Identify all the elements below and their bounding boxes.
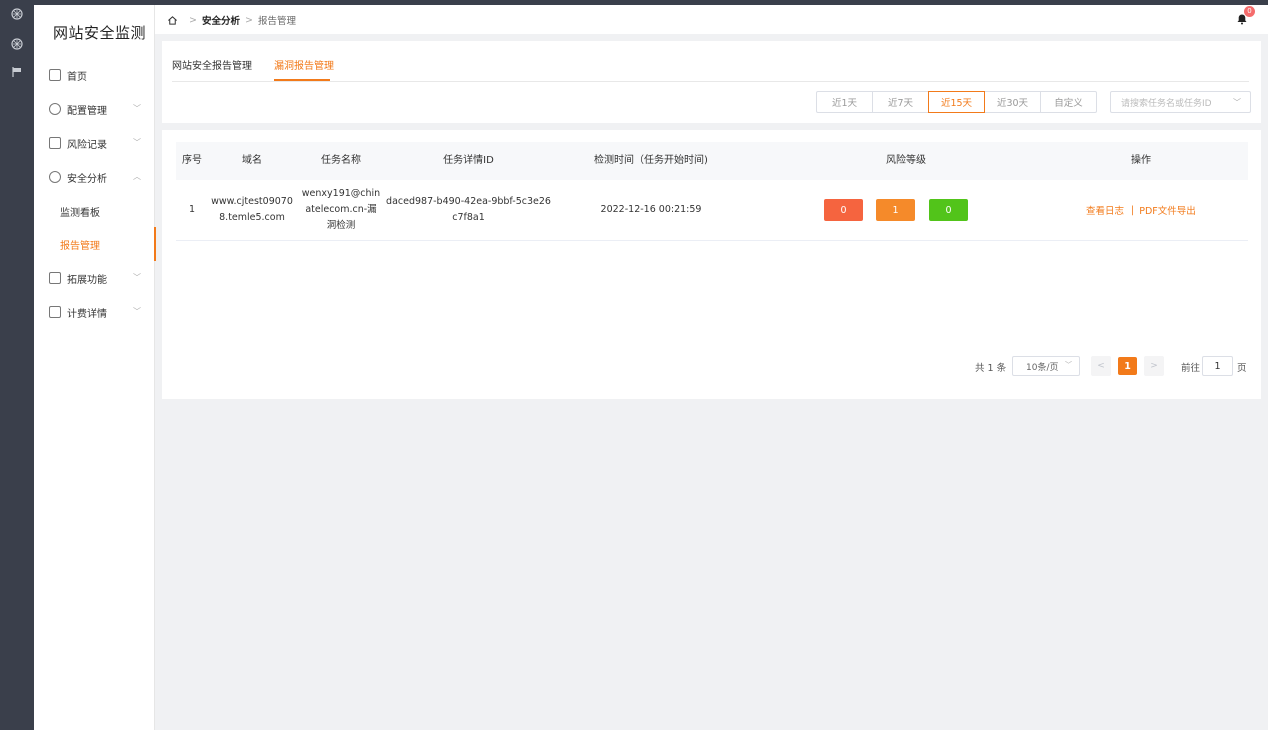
page-size-select[interactable]: 10条/页 ﹀: [1012, 356, 1080, 376]
sidebar-item-label: 风险记录: [67, 139, 107, 151]
monitor-icon: [49, 69, 61, 81]
goto-label: 前往: [1181, 363, 1201, 374]
sidebar-item-label: 拓展功能: [67, 274, 107, 286]
chevron-right-icon: >: [244, 14, 253, 26]
chevron-right-icon: >: [189, 14, 197, 26]
home-icon[interactable]: [167, 15, 178, 26]
app-title: 网站安全监测: [53, 24, 147, 42]
cell-task-id: daced987-b490-42ea-9bbf-5c3e26 c7f8a1: [386, 180, 551, 240]
billing-icon: [49, 306, 61, 318]
view-log-link[interactable]: 查看日志: [1086, 203, 1124, 217]
globe-icon: [49, 103, 61, 115]
cell-detect-time: 2022-12-16 00:21:59: [600, 204, 702, 215]
notification-badge: 0: [1244, 6, 1255, 17]
icon-rail: [0, 0, 34, 730]
cell-index: 1: [188, 204, 196, 215]
domain-line: 8.temle5.com: [219, 212, 285, 223]
column-header: 风险等级: [886, 155, 926, 166]
pagination: 共 1 条 10条/页 ﹀ < 1 > 前往 1 页: [162, 356, 1261, 376]
breadcrumb: > 安全分析 > 报告管理: [167, 13, 296, 27]
range-15-days-button[interactable]: 近15天: [928, 91, 985, 113]
range-1-day-button[interactable]: 近1天: [816, 91, 873, 113]
sidebar: 网站安全监测 首页 配置管理 ﹀ 风险记录 ﹀ 安全分析 ︿ 监测看板 报告管理…: [34, 5, 156, 730]
tabs-divider: [172, 81, 1249, 82]
sidebar-item-label: 计费详情: [67, 308, 107, 320]
next-page-button[interactable]: >: [1144, 356, 1164, 376]
export-pdf-link[interactable]: PDF文件导出: [1139, 203, 1196, 217]
sidebar-item-label: 安全分析: [67, 173, 107, 185]
tab-website-security-report[interactable]: 网站安全报告管理: [172, 57, 252, 72]
range-30-days-button[interactable]: 近30天: [984, 91, 1041, 113]
sidebar-item-security-analysis[interactable]: 安全分析 ︿: [34, 160, 155, 194]
sidebar-item-report-management[interactable]: 报告管理: [34, 227, 156, 261]
prev-page-button[interactable]: <: [1091, 356, 1111, 376]
column-header: 任务名称: [321, 155, 361, 166]
chevron-down-icon: ﹀: [133, 138, 141, 147]
risk-medium-badge[interactable]: 1: [876, 199, 915, 221]
active-tab-indicator: [274, 79, 330, 81]
cell-operations: 查看日志 | PDF文件导出: [1086, 180, 1196, 240]
flag-icon[interactable]: [10, 66, 24, 80]
tabs-card: 网站安全报告管理 漏洞报告管理 近1天 近7天 近15天 近30天 自定义 请搜…: [162, 41, 1261, 123]
task-id-line: c7f8a1: [452, 212, 485, 223]
tab-vulnerability-report[interactable]: 漏洞报告管理: [274, 57, 334, 72]
chevron-down-icon: ﹀: [133, 104, 141, 113]
dashboard-icon[interactable]: [10, 8, 24, 22]
domain-line: www.cjtest09070: [211, 196, 293, 207]
goto-page-input[interactable]: 1: [1202, 356, 1233, 376]
task-search-select[interactable]: 请搜索任务名或任务ID ﹀: [1110, 91, 1251, 113]
breadcrumb-parent[interactable]: 安全分析: [202, 13, 240, 27]
breadcrumb-current: 报告管理: [257, 16, 296, 27]
sidebar-item-home[interactable]: 首页: [34, 58, 155, 92]
cell-task-name: wenxy191@chin atelecom.cn-漏 洞检测: [296, 180, 386, 240]
task-line: 洞检测: [326, 220, 356, 231]
report-table-card: 序号 域名 任务名称 任务详情ID 检测时间（任务开始时间) 风险等级 操作 1…: [162, 130, 1261, 399]
sidebar-item-label: 配置管理: [67, 105, 107, 117]
column-header: 任务详情ID: [443, 155, 494, 166]
total-count: 共 1 条: [975, 363, 1007, 374]
table-header: 序号 域名 任务名称 任务详情ID 检测时间（任务开始时间) 风险等级 操作: [176, 142, 1248, 180]
risk-low-badge[interactable]: 0: [929, 199, 968, 221]
header: > 安全分析 > 报告管理 0: [155, 5, 1268, 34]
task-id-line: daced987-b490-42ea-9bbf-5c3e26: [386, 196, 551, 207]
search-placeholder: 请搜索任务名或任务ID: [1121, 98, 1212, 109]
task-line: atelecom.cn-漏: [305, 204, 377, 215]
sidebar-item-monitor-board[interactable]: 监测看板: [34, 194, 155, 228]
sidebar-item-label: 报告管理: [60, 240, 100, 252]
search-doc-icon: [49, 272, 61, 284]
date-range-group: 近1天 近7天 近15天 近30天 自定义: [816, 91, 1097, 113]
column-header: 序号: [182, 155, 202, 166]
column-header: 检测时间（任务开始时间): [594, 155, 708, 166]
link-separator: |: [1131, 204, 1135, 216]
table-row: 1 www.cjtest09070 8.temle5.com wenxy191@…: [176, 180, 1248, 241]
sidebar-item-label: 首页: [67, 71, 87, 83]
chevron-down-icon: ﹀: [1233, 98, 1241, 107]
sidebar-item-label: 监测看板: [60, 207, 100, 219]
sidebar-item-extensions[interactable]: 拓展功能 ﹀: [34, 261, 155, 295]
sidebar-item-risk[interactable]: 风险记录 ﹀: [34, 126, 155, 160]
column-header: 操作: [1131, 155, 1151, 166]
screen-icon: [49, 137, 61, 149]
column-header: 域名: [242, 155, 262, 166]
page-size-value: 10条/页: [1026, 362, 1059, 373]
shield-icon: [49, 171, 61, 183]
task-line: wenxy191@chin: [301, 188, 381, 199]
dashboard-icon[interactable]: [10, 38, 24, 52]
sidebar-item-config[interactable]: 配置管理 ﹀: [34, 92, 155, 126]
chevron-up-icon: ︿: [133, 172, 141, 181]
risk-high-badge[interactable]: 0: [824, 199, 863, 221]
cell-domain: www.cjtest09070 8.temle5.com: [208, 180, 296, 240]
chevron-down-icon: ﹀: [133, 307, 141, 316]
page-1-button[interactable]: 1: [1118, 357, 1137, 375]
chevron-down-icon: ﹀: [1065, 361, 1072, 369]
sidebar-item-billing[interactable]: 计费详情 ﹀: [34, 295, 155, 329]
range-7-days-button[interactable]: 近7天: [872, 91, 929, 113]
range-custom-button[interactable]: 自定义: [1040, 91, 1097, 113]
chevron-down-icon: ﹀: [133, 273, 141, 282]
page-unit-label: 页: [1237, 363, 1247, 374]
